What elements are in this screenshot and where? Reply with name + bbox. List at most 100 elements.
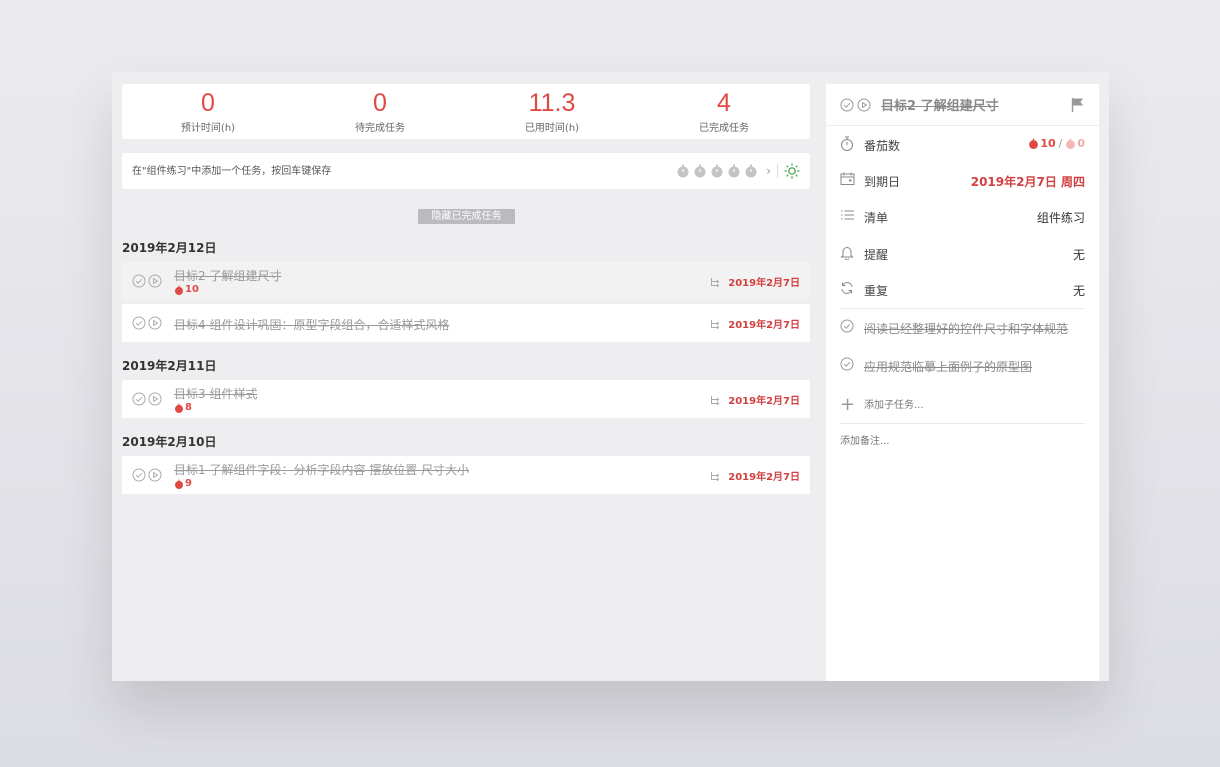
divider bbox=[840, 423, 1085, 424]
pomodoro-label: 番茄数 bbox=[864, 139, 901, 153]
play-circle-icon[interactable] bbox=[148, 392, 162, 406]
stat-pending-tasks: 0 待完成任务 bbox=[294, 84, 466, 139]
reminder-row[interactable]: 提醒 无 bbox=[826, 235, 1099, 271]
timer-icon bbox=[841, 136, 853, 151]
subtask-icon bbox=[711, 471, 720, 481]
task-pomodoro-count: 10 bbox=[174, 284, 199, 295]
add-task-input[interactable] bbox=[132, 153, 652, 189]
pomodoro-count: 9 bbox=[185, 478, 192, 489]
date-group-header: 2019年2月10日 bbox=[122, 435, 217, 449]
subtask-icon bbox=[711, 277, 720, 287]
check-circle-icon[interactable] bbox=[840, 98, 854, 112]
check-circle-icon[interactable] bbox=[132, 316, 146, 330]
app-window: 0 预计时间(h) 0 待完成任务 11.3 已用时间(h) 4 已完成任务 › bbox=[112, 72, 1109, 681]
divider bbox=[777, 164, 778, 178]
task-item[interactable]: 目标4 组件设计巩固：原型字段组合，合适样式风格 2019年2月7日 bbox=[122, 304, 810, 342]
stat-value: 11.3 bbox=[528, 89, 576, 117]
list-icon bbox=[841, 210, 854, 220]
repeat-value: 无 bbox=[1072, 284, 1085, 298]
tomato-icon bbox=[1029, 138, 1039, 149]
stat-estimated-time: 0 预计时间(h) bbox=[122, 84, 294, 139]
pomodoro-estimated: 0 bbox=[1077, 137, 1085, 150]
due-date-value: 2019年2月7日 周四 bbox=[970, 175, 1085, 189]
task-title: 目标4 组件设计巩固：原型字段组合，合适样式风格 bbox=[174, 318, 450, 332]
task-title: 目标3 组件样式 bbox=[174, 387, 258, 401]
flag-icon[interactable] bbox=[1071, 97, 1085, 113]
list-value: 组件练习 bbox=[1036, 211, 1085, 225]
pomodoro-row[interactable]: 番茄数 10 / 0 bbox=[826, 126, 1099, 162]
subtask-item[interactable]: 应用规范临摹上面例子的原型图 bbox=[826, 347, 1099, 383]
check-circle-icon[interactable] bbox=[132, 274, 146, 288]
pomodoro-done: 10 bbox=[1040, 137, 1056, 150]
repeat-icon bbox=[841, 282, 853, 294]
check-circle-icon[interactable] bbox=[840, 319, 854, 333]
sun-icon[interactable] bbox=[784, 163, 800, 179]
due-date-label: 到期日 bbox=[864, 175, 901, 189]
check-circle-icon[interactable] bbox=[840, 357, 854, 371]
task-title: 目标1 了解组件字段：分析字段内容 摆放位置 尺寸大小 bbox=[174, 463, 470, 477]
stat-value: 0 bbox=[201, 89, 215, 117]
stat-completed-tasks: 4 已完成任务 bbox=[638, 84, 810, 139]
check-circle-icon[interactable] bbox=[132, 468, 146, 482]
chevron-right-icon[interactable]: › bbox=[766, 164, 771, 178]
pomodoro-estimator: › bbox=[676, 153, 800, 189]
task-pomodoro-count: 8 bbox=[174, 402, 192, 413]
date-group-header: 2019年2月12日 bbox=[122, 241, 217, 255]
add-subtask-row: + bbox=[826, 389, 1099, 421]
play-circle-icon[interactable] bbox=[148, 316, 162, 330]
stat-label: 待完成任务 bbox=[355, 123, 405, 134]
pomodoro-count: 8 bbox=[185, 402, 192, 413]
subtask-icon bbox=[711, 319, 720, 329]
task-item[interactable]: 目标2 了解组建尺寸 10 2019年2月7日 bbox=[122, 262, 810, 300]
subtask-title: 应用规范临摹上面例子的原型图 bbox=[864, 360, 1033, 374]
stopwatch-icon[interactable] bbox=[727, 164, 741, 178]
bell-icon bbox=[840, 247, 854, 260]
check-circle-icon[interactable] bbox=[132, 392, 146, 406]
play-circle-icon[interactable] bbox=[857, 98, 871, 112]
task-item[interactable]: 目标1 了解组件字段：分析字段内容 摆放位置 尺寸大小 9 2019年2月7日 bbox=[122, 456, 810, 494]
stopwatch-icon[interactable] bbox=[693, 164, 707, 178]
stat-value: 4 bbox=[717, 89, 731, 117]
detail-title[interactable]: 目标2 了解组建尺寸 bbox=[881, 95, 999, 114]
task-pomodoro-count: 9 bbox=[174, 478, 192, 489]
pomodoro-count: 10 bbox=[185, 284, 199, 295]
stat-value: 0 bbox=[373, 89, 387, 117]
tomato-icon bbox=[175, 403, 183, 413]
stat-label: 预计时间(h) bbox=[180, 123, 236, 134]
task-item[interactable]: 目标3 组件样式 8 2019年2月7日 bbox=[122, 380, 810, 418]
subtask-title: 阅读已经整理好的控件尺寸和字体规范 bbox=[864, 322, 1069, 336]
task-due-date: 2019年2月7日 bbox=[728, 396, 800, 407]
tomato-outline-icon bbox=[1066, 138, 1076, 149]
tomato-icon bbox=[175, 285, 183, 295]
repeat-row[interactable]: 重复 无 bbox=[826, 271, 1099, 307]
add-task-bar: › bbox=[122, 153, 810, 189]
note-row bbox=[826, 433, 1099, 453]
list-label: 清单 bbox=[864, 211, 889, 225]
stat-label: 已完成任务 bbox=[699, 123, 749, 134]
stopwatch-icon[interactable] bbox=[710, 164, 724, 178]
stat-label: 已用时间(h) bbox=[524, 123, 580, 134]
stopwatch-icon[interactable] bbox=[676, 164, 690, 178]
stopwatch-icon[interactable] bbox=[744, 164, 758, 178]
hide-completed-button[interactable]: 隐藏已完成任务 bbox=[418, 209, 515, 224]
detail-header: 目标2 了解组建尺寸 bbox=[826, 84, 1099, 126]
task-due-date: 2019年2月7日 bbox=[728, 278, 800, 289]
pomodoro-value: 10 / 0 bbox=[1028, 137, 1085, 150]
reminder-value: 无 bbox=[1072, 248, 1085, 262]
calendar-icon bbox=[840, 172, 855, 185]
tomato-icon bbox=[175, 479, 183, 489]
plus-icon[interactable]: + bbox=[840, 396, 855, 414]
stats-bar: 0 预计时间(h) 0 待完成任务 11.3 已用时间(h) 4 已完成任务 bbox=[122, 84, 810, 139]
task-detail-panel: 目标2 了解组建尺寸 番茄数 10 / 0 到期日 2019年2月7日 周四 清… bbox=[826, 84, 1099, 681]
due-date-row[interactable]: 到期日 2019年2月7日 周四 bbox=[826, 162, 1099, 198]
add-subtask-input[interactable] bbox=[864, 397, 1064, 413]
play-circle-icon[interactable] bbox=[148, 468, 162, 482]
stat-used-time: 11.3 已用时间(h) bbox=[466, 84, 638, 139]
subtask-icon bbox=[711, 395, 720, 405]
subtask-item[interactable]: 阅读已经整理好的控件尺寸和字体规范 bbox=[826, 309, 1099, 345]
reminder-label: 提醒 bbox=[864, 248, 889, 262]
note-input[interactable] bbox=[840, 433, 1080, 449]
date-group-header: 2019年2月11日 bbox=[122, 359, 217, 373]
list-row[interactable]: 清单 组件练习 bbox=[826, 198, 1099, 234]
play-circle-icon[interactable] bbox=[148, 274, 162, 288]
